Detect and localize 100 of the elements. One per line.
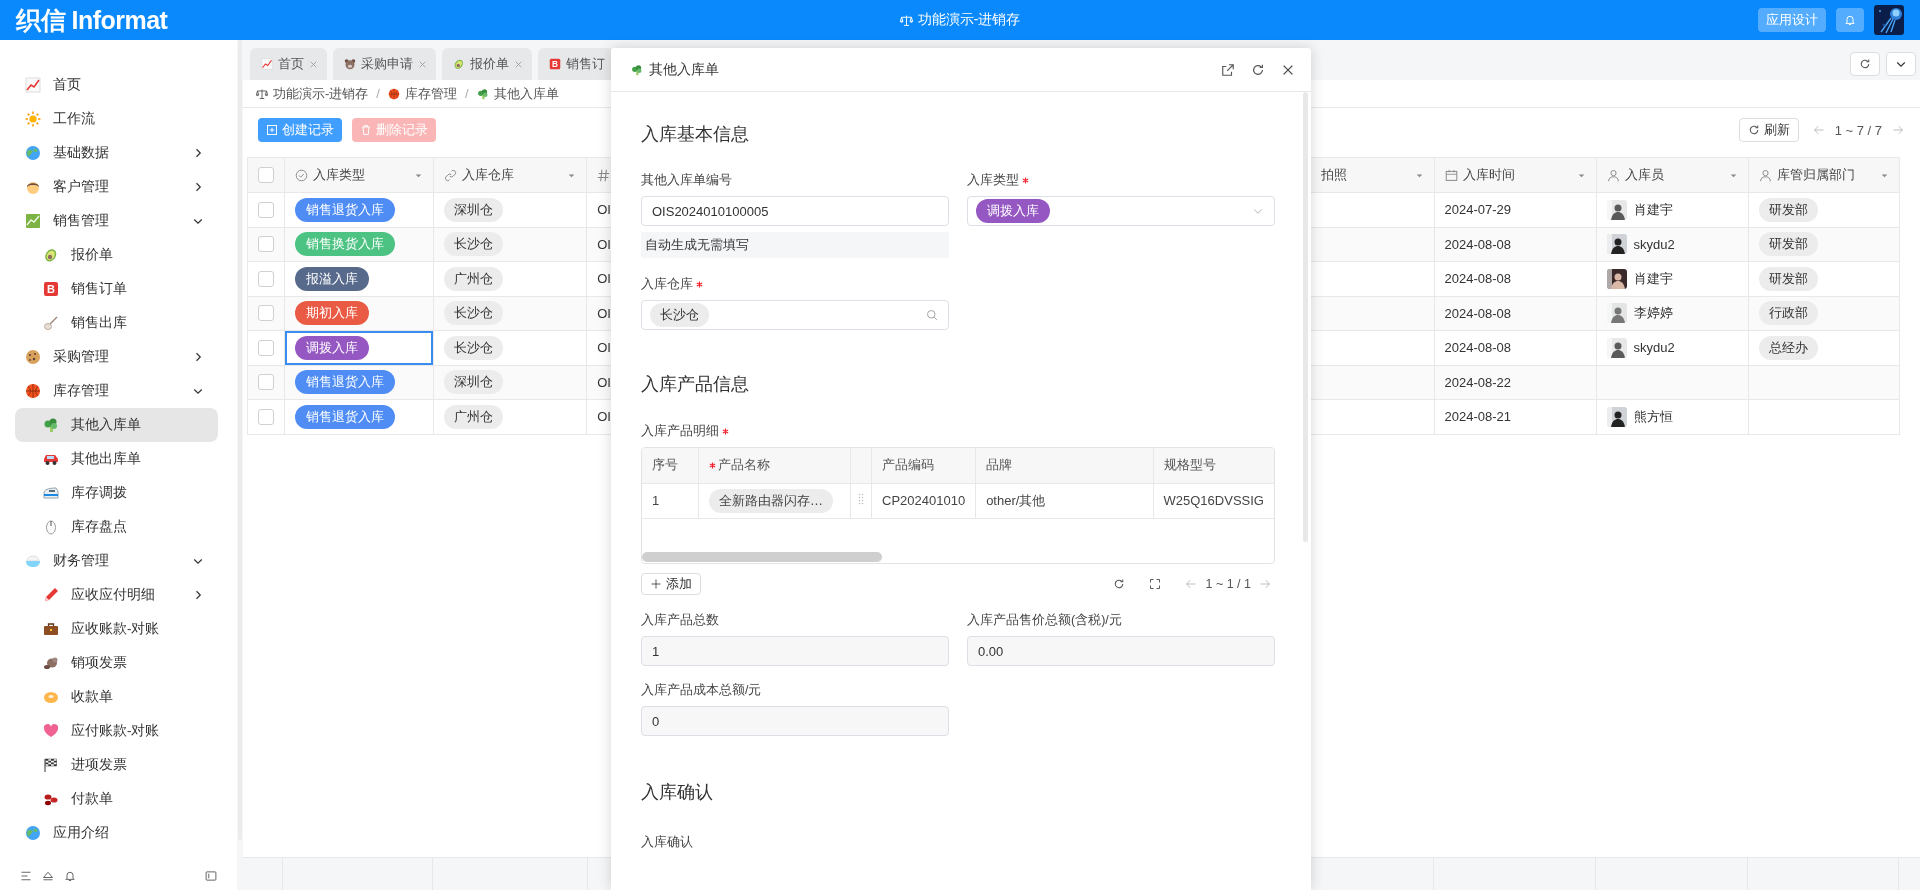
next-page-icon[interactable]: [1259, 578, 1271, 590]
select-field[interactable]: 调拨入库: [967, 196, 1275, 226]
type-tag: 销售换货入库: [295, 232, 395, 257]
user-icon: [1606, 168, 1620, 182]
column-header[interactable]: 库管归属部门: [1748, 157, 1899, 193]
refresh-icon[interactable]: [1113, 578, 1126, 590]
external-link-icon[interactable]: [1221, 62, 1235, 77]
user-name: skydu2: [1633, 236, 1675, 252]
bell-icon[interactable]: [64, 870, 76, 882]
warehouse-tag: 深圳仓: [444, 197, 503, 222]
table-cell: 1: [642, 483, 699, 518]
text-field[interactable]: 0.00: [967, 636, 1275, 666]
tab[interactable]: B 销售订: [538, 48, 611, 80]
sidebar-item[interactable]: 首页: [15, 68, 218, 102]
sidebar-item[interactable]: 库存盘点: [15, 510, 218, 544]
sidebar-item[interactable]: 销售出库: [15, 306, 218, 340]
beans-icon: [43, 791, 59, 807]
notification-button[interactable]: [1836, 8, 1864, 32]
checkbox[interactable]: [258, 236, 274, 253]
breadcrumb-link[interactable]: 库存管理: [387, 84, 457, 103]
sidebar-item[interactable]: 其他入库单: [15, 408, 218, 442]
sidebar-item[interactable]: 应收应付明细: [15, 578, 218, 612]
refresh-button[interactable]: [1850, 52, 1880, 76]
column-header[interactable]: 入库时间: [1434, 157, 1596, 193]
sidebar-item[interactable]: 基础数据: [15, 136, 218, 170]
column-header[interactable]: 入库员: [1596, 157, 1748, 193]
sidebar-item[interactable]: 收款单: [15, 680, 218, 714]
department-tag: 研发部: [1758, 266, 1818, 291]
option-tag: 调拨入库: [976, 199, 1050, 223]
chart-icon: [261, 58, 273, 70]
sidebar-item[interactable]: 付款单: [15, 782, 218, 816]
previous-page-icon[interactable]: [1812, 124, 1825, 136]
user-name: 李婷婷: [1633, 304, 1673, 323]
field-label: 入库类型: [967, 172, 1019, 188]
dropdown-button[interactable]: [1886, 52, 1916, 76]
eject-icon[interactable]: [42, 870, 54, 882]
sidebar-item[interactable]: 进项发票: [15, 748, 218, 782]
text-field[interactable]: 0: [641, 706, 949, 736]
sidebar-item[interactable]: 报价单: [15, 238, 218, 272]
spoon-icon: [43, 315, 59, 331]
department-tag: 研发部: [1758, 197, 1818, 222]
checkbox[interactable]: [258, 374, 274, 391]
sidebar-item[interactable]: 库存调拨: [15, 476, 218, 510]
sidebar-item[interactable]: 销售管理: [15, 204, 218, 238]
breadcrumb-link[interactable]: 其他入库单: [476, 84, 559, 103]
sidebar-item[interactable]: 应用介绍: [15, 816, 218, 850]
sidebar-item[interactable]: 库存管理: [15, 374, 218, 408]
user-icon: [1758, 168, 1772, 182]
tab[interactable]: 报价单: [442, 48, 532, 80]
add-button[interactable]: 添加: [641, 573, 701, 595]
sidebar-item[interactable]: 工作流: [15, 102, 218, 136]
table-cell[interactable]: 报溢入库: [284, 261, 434, 296]
letter-icon: B: [549, 58, 561, 70]
scrollbar[interactable]: [642, 552, 882, 562]
column-header[interactable]: 入库仓库: [433, 157, 587, 193]
person-icon: [25, 179, 41, 195]
column-header[interactable]: 入库类型: [284, 157, 434, 193]
checkbox[interactable]: [258, 167, 274, 183]
checkbox[interactable]: [258, 201, 274, 218]
table-cell[interactable]: 调拨入库: [284, 330, 434, 365]
text-field[interactable]: OIS2024010100005: [641, 196, 949, 226]
dialog-title: 其他入库单: [649, 60, 720, 79]
pencil-icon: [43, 587, 59, 603]
user-name: skydu2: [1633, 340, 1675, 356]
previous-page-icon[interactable]: [1185, 578, 1198, 590]
checkbox[interactable]: [258, 305, 274, 322]
refresh-icon: [1859, 58, 1871, 70]
refresh-button[interactable]: 刷新: [1738, 118, 1799, 142]
sidebar-item[interactable]: 销项发票: [15, 646, 218, 680]
refresh-icon[interactable]: [1251, 62, 1265, 77]
table-cell: 2024-08-08: [1434, 227, 1596, 262]
menu-icon[interactable]: [20, 870, 32, 882]
sidebar-item[interactable]: 应付账款-对账: [15, 714, 218, 748]
checkbox[interactable]: [258, 339, 274, 356]
breadcrumb-link[interactable]: 功能演示-进销存: [256, 84, 369, 103]
sidebar-item[interactable]: 应收账款-对账: [15, 612, 218, 646]
lookup-field[interactable]: 长沙仓: [641, 300, 949, 330]
sidebar-item[interactable]: B 销售订单: [15, 272, 218, 306]
next-page-icon[interactable]: [1892, 124, 1904, 136]
trash-icon: [360, 124, 372, 136]
product-tag[interactable]: 全新路由器闪存…: [708, 488, 833, 513]
column-header[interactable]: 拍照: [1311, 157, 1434, 193]
sidebar-item[interactable]: 财务管理: [15, 544, 218, 578]
warehouse-tag: 长沙仓: [444, 301, 503, 326]
mouse-icon: [43, 519, 59, 535]
checkbox[interactable]: [258, 408, 274, 425]
fullscreen-icon[interactable]: [1149, 578, 1162, 590]
sidebar-item[interactable]: 客户管理: [15, 170, 218, 204]
sidebar-item[interactable]: 采购管理: [15, 340, 218, 374]
checkbox[interactable]: [258, 270, 274, 287]
sidebar-item[interactable]: 其他出库单: [15, 442, 218, 476]
tab[interactable]: 首页: [250, 48, 327, 80]
breadcrumb-separator: /: [375, 86, 381, 101]
logo: 织信 Informat: [16, 4, 168, 36]
department-tag: 行政部: [1758, 301, 1818, 326]
tab[interactable]: 采购申请: [333, 48, 436, 80]
panel-icon[interactable]: [205, 870, 217, 882]
type-tag: 期初入库: [295, 301, 369, 326]
warehouse-tag: 长沙仓: [444, 335, 503, 360]
text-field[interactable]: 1: [641, 636, 949, 666]
